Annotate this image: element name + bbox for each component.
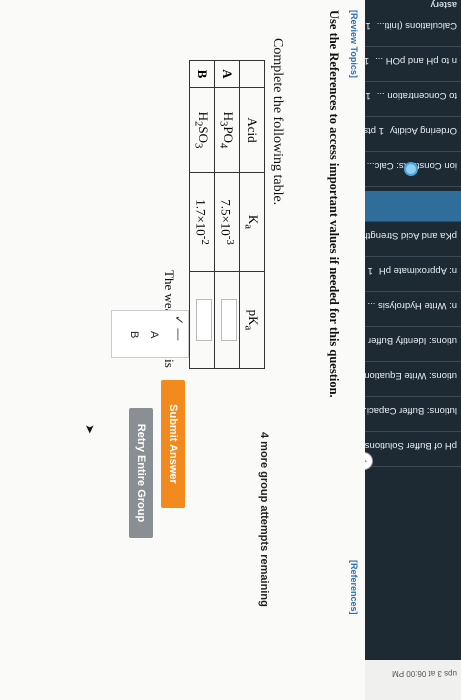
table-row: A H3PO4 7.5×10-3 [214,60,240,369]
sidebar-item[interactable]: utions: Write Equation...1 pts2req [365,366,461,397]
sidebar-item-label: pKa and Acid Strength1 pts10 [365,230,457,241]
column-header-pka: pKa [239,271,265,369]
row-label: A [214,60,240,88]
sidebar-item-points: 1 pts [365,20,371,31]
sidebar-item-points: 1 pts [365,90,371,101]
ka-value: 1.7×10-2 [189,172,215,272]
sidebar-item-title: utions: Write Equation... [365,370,457,381]
sidebar-item-label [451,195,457,206]
question-panel: [Review Topics] [References] Use the Ref… [0,0,365,700]
sidebar-item-title: pKa and Acid Strength [365,230,457,241]
sidebar-item[interactable]: Ordering Acidity1 pts10 [365,121,461,152]
sidebar-item-title: Ordering Acidity [389,125,457,136]
row-label: B [189,60,215,88]
instructions-text: Use the References to access important v… [327,10,341,398]
sidebar-item[interactable]: utions: Identify Buffer1 pts2req [365,331,461,362]
select-current-value: ✓ — [172,315,186,341]
sidebar-title: astery [430,0,457,10]
sidebar-item-title: n: Write Hydrolysis ... [367,300,457,311]
ka-value: 7.5×10-3 [214,172,240,272]
sidebar-item[interactable]: lutions: Buffer Capaci...1 pts2req [365,401,461,432]
sidebar-item-points: 1 pts [365,55,369,66]
pka-cell [189,271,215,369]
column-header [239,60,265,88]
references-link[interactable]: [References] [349,560,359,615]
review-topics-link[interactable]: [Review Topics] [349,10,359,78]
sidebar-item-title: to Concentration ... [376,90,457,101]
sidebar-item-label: Ordering Acidity1 pts10 [365,125,457,136]
due-date: ups 3 at 06:00 PM [365,660,461,700]
sidebar-item-title: n: Approximate pH [378,265,457,276]
sidebar-item-label: utions: Write Equation...1 pts2req [365,370,457,381]
sidebar-item-points: 1 pts [365,265,373,276]
sidebar-item-label: n to pH and pOH ...1 pts2req [365,55,457,66]
column-header-ka: Ka [239,172,265,272]
table-heading: Complete the following table. [270,38,285,206]
sidebar-item[interactable]: n: Approximate pH1 pts2req [365,261,461,292]
pka-cell [214,271,240,369]
retry-entire-group-button[interactable]: Retry Entire Group [129,408,153,538]
sidebar-item-label: n: Approximate pH1 pts2req [365,265,457,276]
sidebar-item-label: Calculations (Initi...1 pts2req [365,20,457,31]
select-option-a[interactable]: A [148,331,160,338]
sidebar-item[interactable]: n: Write Hydrolysis ...1 pts2req [365,296,461,327]
sidebar-item-title: lutions: Buffer Capaci... [365,405,457,416]
sidebar-item-title: utions: Identify Buffer [367,335,457,346]
attempts-remaining-text: 4 more group attempts remaining [258,432,270,607]
table-row: B H2SO3 1.7×10-2 [189,60,215,369]
sidebar-item-points: 1 pts [365,125,384,136]
pka-input-a[interactable] [221,299,237,341]
acid-formula: H3PO4 [214,87,240,173]
sidebar-item-title: pH of Buffer Solutions [365,440,457,451]
acid-formula: H2SO3 [189,87,215,173]
acid-table: Acid Ka pKa A H3PO4 7.5×10-3 B H2SO3 1.7… [189,60,265,369]
table-header-row: Acid Ka pKa [239,60,265,369]
sidebar-item-label: n: Write Hydrolysis ...1 pts2req [365,300,457,311]
column-header-acid: Acid [239,87,265,173]
sidebar-item-title: n to pH and pOH ... [375,55,457,66]
assignment-sidebar: astery Calculations (Initi...1 pts2reqn … [365,0,461,700]
submit-answer-button[interactable]: Submit Answer [161,380,185,508]
weaker-acid-select[interactable]: ✓ — A B [111,310,189,358]
sidebar-item[interactable]: pH of Buffer Solutions1 pts2req [365,436,461,467]
select-option-b[interactable]: B [128,331,140,338]
sidebar-item-title: Calculations (Initi... [376,20,457,31]
pka-input-b[interactable] [196,299,212,341]
sidebar-item[interactable]: Calculations (Initi...1 pts2req [365,16,461,47]
sidebar-item[interactable] [365,191,461,222]
selected-item-indicator [404,162,418,176]
sidebar-item-label: utions: Identify Buffer1 pts2req [365,335,457,346]
sidebar-item[interactable]: n to pH and pOH ...1 pts2req [365,51,461,82]
sidebar-item[interactable]: pKa and Acid Strength1 pts10 [365,226,461,257]
sidebar-item-label: pH of Buffer Solutions1 pts2req [365,440,457,451]
sidebar-item-label: to Concentration ...1 pts2req [365,90,457,101]
sidebar-item-label: lutions: Buffer Capaci...1 pts2req [365,405,457,416]
sidebar-item[interactable]: to Concentration ...1 pts2req [365,86,461,117]
cursor-icon: ➤ [83,424,97,435]
